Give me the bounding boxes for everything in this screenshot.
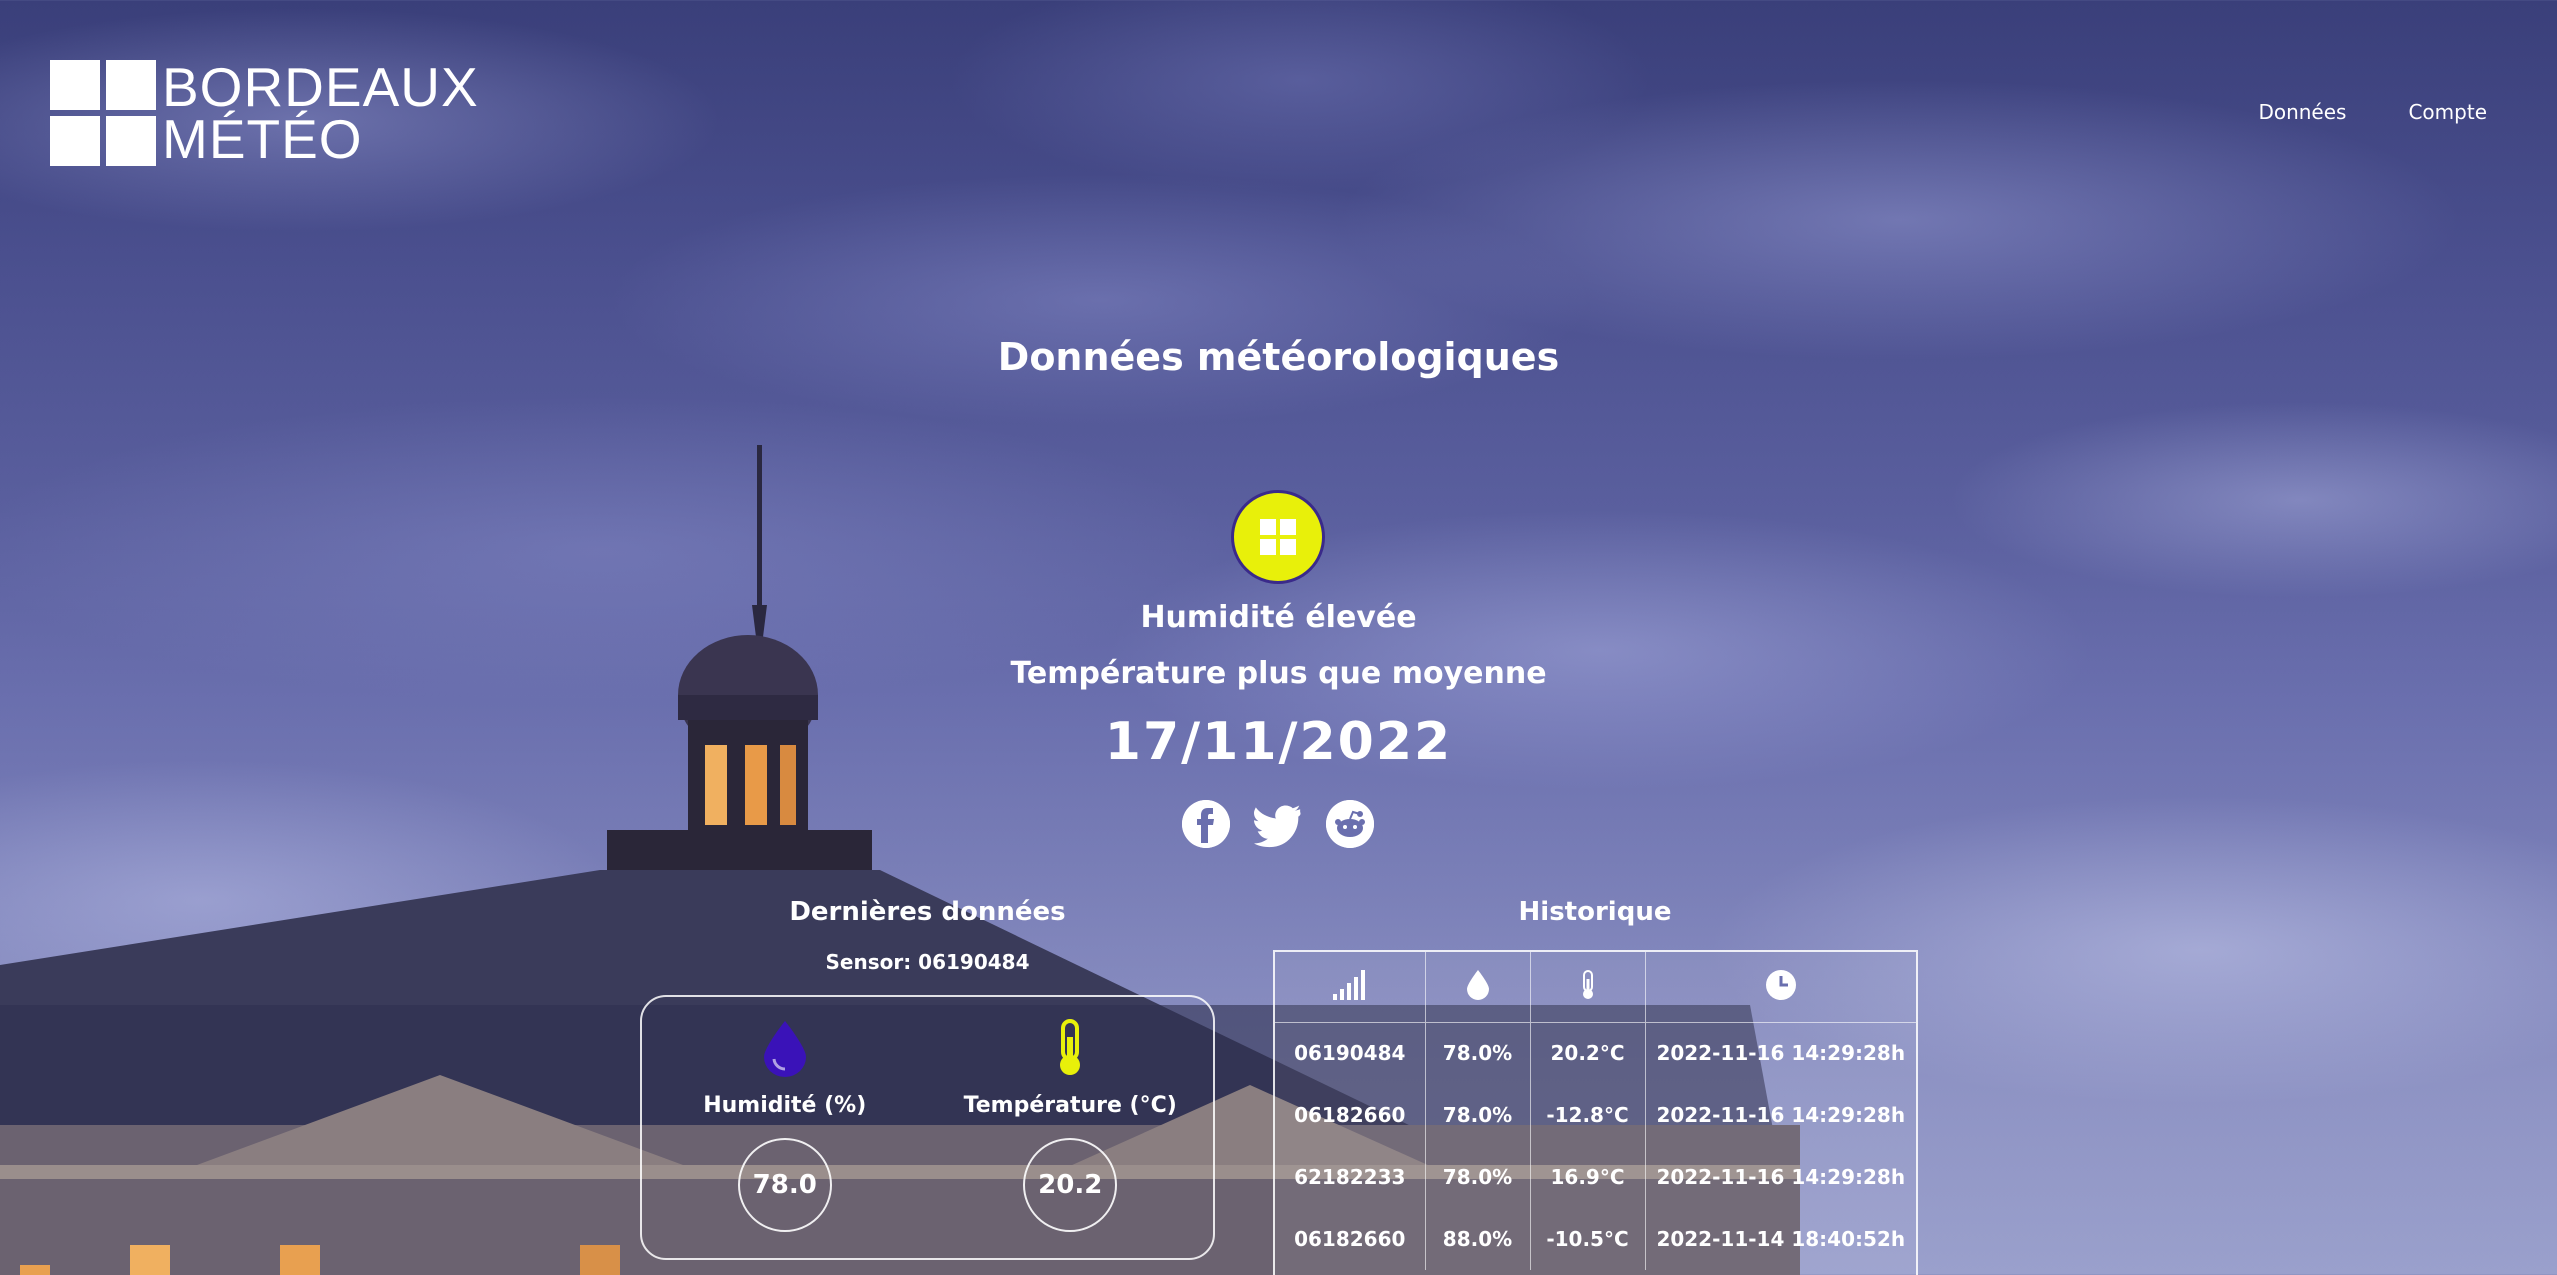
table-row: 06182660 88.0% -10.5°C 2022-11-14 18:40:… — [1275, 1208, 1916, 1270]
temperature-cell: 16.9°C — [1529, 1146, 1645, 1208]
nav-link-data[interactable]: Données — [2258, 100, 2346, 124]
site-header: BORDEAUX MÉTÉO Données Compte — [50, 60, 2507, 170]
sensor-cell: 06182660 — [1294, 1103, 1406, 1127]
social-share — [1182, 800, 1374, 848]
temperature-cell: -12.8°C — [1529, 1084, 1645, 1146]
brand-name: BORDEAUX MÉTÉO — [162, 56, 479, 170]
temperature-metric: Température (°C) 20.2 — [960, 1017, 1180, 1258]
status-temperature-text: Température plus que moyenne — [1010, 656, 1547, 691]
history-table-container[interactable]: 06190484 78.0% 20.2°C 2022-11-16 14:29:2… — [1273, 950, 1918, 1275]
facebook-icon[interactable] — [1182, 800, 1230, 848]
humidity-label: Humidité (%) — [703, 1093, 867, 1118]
humidity-metric: Humidité (%) 78.0 — [675, 1017, 895, 1258]
latest-data-card: Humidité (%) 78.0 Température (°C) 20.2 — [640, 995, 1215, 1260]
drop-icon — [1424, 952, 1530, 1023]
brand-logo[interactable]: BORDEAUX MÉTÉO — [50, 56, 479, 170]
timestamp-cell: 2022-11-14 18:40:52h — [1644, 1208, 1916, 1270]
signal-icon — [1275, 952, 1425, 1023]
drop-icon — [763, 1017, 806, 1077]
reddit-icon[interactable] — [1326, 800, 1374, 848]
temperature-label: Température (°C) — [963, 1093, 1177, 1118]
status-humidity-text: Humidité élevée — [1140, 600, 1417, 635]
latest-data-title: Dernières données — [789, 897, 1066, 927]
clock-icon — [1644, 952, 1916, 1023]
table-row: 06182660 78.0% -12.8°C 2022-11-16 14:29:… — [1275, 1084, 1916, 1146]
status-badge — [1231, 490, 1325, 584]
temperature-value: 20.2 — [1023, 1138, 1118, 1232]
current-date: 17/11/2022 — [1104, 712, 1453, 772]
brand-line1: BORDEAUX — [162, 56, 479, 118]
humidity-cell: 88.0% — [1424, 1208, 1530, 1270]
sensor-id: Sensor: 06190484 — [825, 950, 1030, 974]
thermometer-icon — [1052, 1017, 1088, 1077]
table-row: 06190484 78.0% 20.2°C 2022-11-16 14:29:2… — [1275, 1022, 1916, 1084]
humidity-cell: 78.0% — [1424, 1146, 1530, 1208]
grid-icon — [1260, 519, 1296, 555]
main-nav: Données Compte — [2258, 100, 2487, 124]
sensor-cell: 06182660 — [1294, 1227, 1406, 1251]
humidity-cell: 78.0% — [1424, 1022, 1530, 1084]
history-table: 06190484 78.0% 20.2°C 2022-11-16 14:29:2… — [1275, 952, 1916, 1270]
humidity-cell: 78.0% — [1424, 1084, 1530, 1146]
thermometer-icon — [1529, 952, 1645, 1023]
timestamp-cell: 2022-11-16 14:29:28h — [1644, 1146, 1916, 1208]
sensor-cell: 06190484 — [1294, 1041, 1406, 1066]
timestamp-cell: 2022-11-16 14:29:28h — [1644, 1084, 1916, 1146]
humidity-value: 78.0 — [737, 1138, 832, 1232]
temperature-cell: -10.5°C — [1529, 1208, 1645, 1270]
table-row: 62182233 78.0% 16.9°C 2022-11-16 14:29:2… — [1275, 1146, 1916, 1208]
timestamp-cell: 2022-11-16 14:29:28h — [1644, 1022, 1916, 1084]
history-title: Historique — [1518, 897, 1672, 927]
logo-grid-icon — [50, 60, 156, 166]
sensor-cell: 62182233 — [1294, 1165, 1406, 1189]
page-title: Données météorologiques — [997, 335, 1560, 379]
history-header-row — [1275, 952, 1916, 1023]
nav-link-account[interactable]: Compte — [2408, 100, 2487, 124]
twitter-icon[interactable] — [1254, 800, 1302, 848]
temperature-cell: 20.2°C — [1529, 1022, 1645, 1084]
brand-line2: MÉTÉO — [162, 108, 363, 170]
